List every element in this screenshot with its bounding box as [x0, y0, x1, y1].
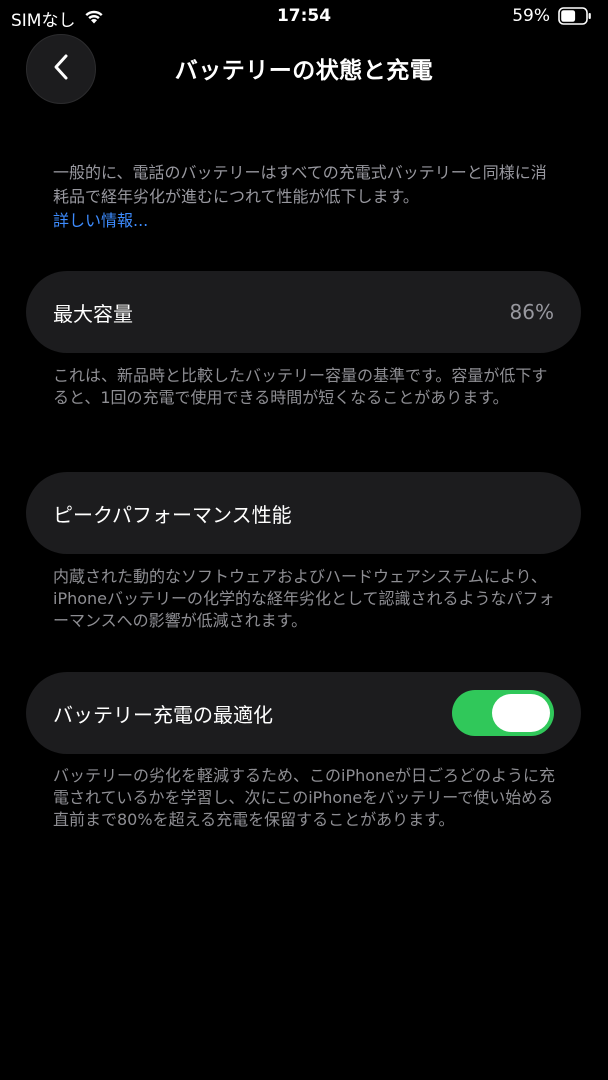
battery-percent: 59% — [512, 6, 550, 26]
battery-icon — [558, 7, 592, 25]
max-capacity-value: 86% — [509, 300, 554, 324]
status-right: 59% — [512, 6, 592, 26]
status-bar: SIMなし 17:54 59% — [0, 0, 608, 34]
max-capacity-label: 最大容量 — [53, 301, 133, 326]
optimized-charging-row: バッテリー充電の最適化 — [26, 672, 581, 754]
optimized-charging-note: バッテリーの劣化を軽減するため、このiPhoneが日ごろどのように充電されている… — [53, 766, 556, 829]
optimized-charging-label: バッテリー充電の最適化 — [53, 702, 273, 727]
page-title: バッテリーの状態と充電 — [174, 58, 434, 84]
peak-performance-row: ピークパフォーマンス性能 — [26, 472, 581, 554]
max-capacity-note: これは、新品時と比較したバッテリー容量の基準です。容量が低下すると、1回の充電で… — [53, 366, 548, 407]
peak-performance-note: 内蔵された動的なソフトウェアおよびハードウェアシステムにより、iPhoneバッテ… — [53, 567, 555, 630]
intro-text: 一般的に、電話のバッテリーはすべての充電式バッテリーと同様に消耗品で経年劣化が進… — [53, 163, 547, 206]
intro-section: 一般的に、電話のバッテリーはすべての充電式バッテリーと同様に消耗品で経年劣化が進… — [53, 161, 558, 233]
optimized-charging-toggle[interactable] — [452, 690, 554, 736]
max-capacity-row: 最大容量 86% — [26, 271, 581, 353]
learn-more-link[interactable]: 詳しい情報... — [53, 209, 558, 233]
toggle-knob — [492, 694, 550, 732]
peak-performance-label: ピークパフォーマンス性能 — [53, 502, 292, 527]
